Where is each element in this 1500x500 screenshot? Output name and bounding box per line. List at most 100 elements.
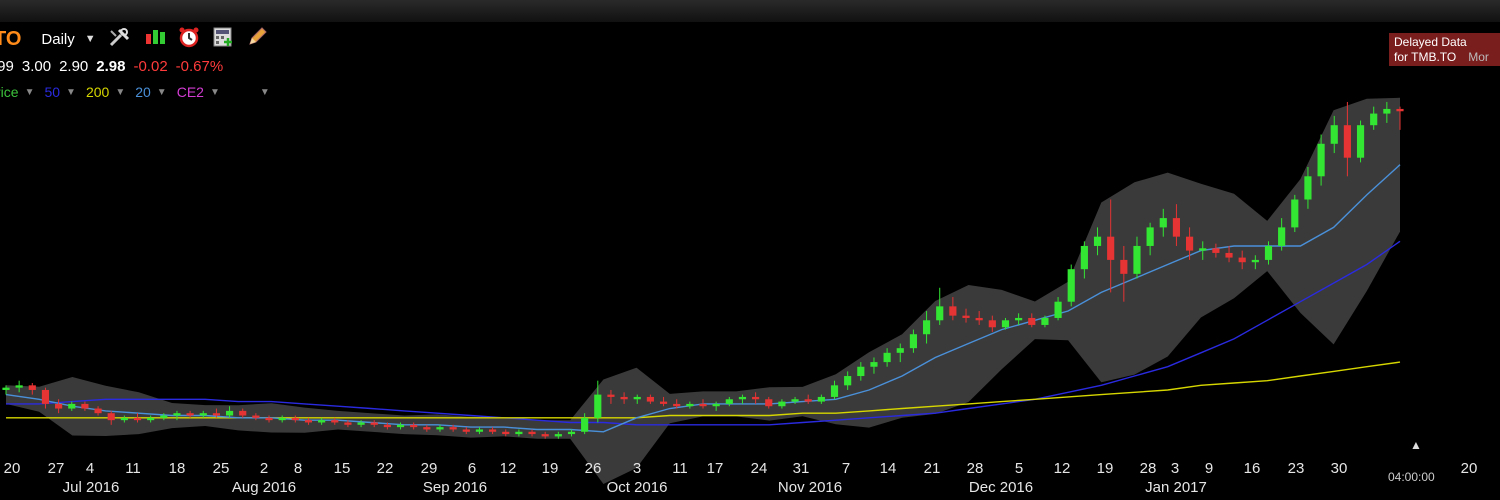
candle-body [212,413,220,416]
candle-body [659,401,668,404]
chevron-down-icon: ▼ [259,86,270,98]
candle-body [396,424,405,428]
candle-body [291,417,299,421]
x-tick-day: 8 [294,460,302,477]
candle-body [225,410,234,416]
x-tick-day: 29 [421,460,438,477]
tools-icon[interactable] [108,26,132,53]
x-tick-day: 6 [468,460,476,477]
x-tick-month: Oct 2016 [607,479,668,496]
candle-body [68,403,76,409]
candle-body [1199,248,1207,251]
candle-body [804,399,812,402]
candle-body [1251,259,1259,263]
candle-body [1093,236,1102,246]
x-tick-month: Nov 2016 [778,479,842,496]
candle-body [633,396,641,400]
study-50[interactable]: 50 ▼ [44,84,75,100]
candle-body [423,427,431,430]
candle-body [594,394,602,418]
candle[interactable] [1067,264,1075,307]
study-more[interactable]: ▼ [254,87,270,98]
scroll-up-icon[interactable]: ▲ [1410,438,1422,452]
x-tick-month: Aug 2016 [232,479,296,496]
candle-body [1264,245,1273,260]
x-tick-day: 19 [542,460,559,477]
ohlc-quote: .99 3.00 2.90 2.98 -0.02 -0.67% [0,58,223,75]
x-tick-day: 27 [48,460,65,477]
calculator-icon[interactable] [212,26,234,53]
bollinger-band-area [6,97,1400,485]
study-ce2[interactable]: CE2 ▼ [177,84,220,100]
chart-type-icon[interactable] [144,26,166,53]
study-label: rice [0,84,19,100]
candle[interactable] [936,287,944,325]
candle-body [515,431,523,435]
candle-body [81,403,89,409]
candle-body [528,431,536,435]
study-label: 50 [44,84,61,100]
study-200[interactable]: 200 ▼ [86,84,125,100]
candle-body [607,394,615,397]
candle-body [554,434,562,437]
candle[interactable] [1356,120,1365,163]
candle-body [817,396,825,402]
pencil-icon[interactable] [246,26,268,53]
candle-body [1067,269,1075,302]
candle-body [778,401,786,407]
candle-body [1343,125,1351,158]
quote-open: .99 [0,58,14,75]
candle-body [949,306,957,316]
chevron-down-icon: ▼ [209,86,220,98]
candle-body [909,334,917,349]
quote-low: 2.90 [59,58,89,75]
alarm-clock-icon[interactable] [178,26,200,53]
candle-body [699,403,707,407]
x-tick-day: 4 [86,460,94,477]
candle[interactable] [1291,194,1299,233]
candle-body [844,376,852,386]
chevron-down-icon: ▼ [24,86,35,98]
candle-body [120,417,128,421]
study-label: CE2 [176,84,204,100]
chevron-down-icon: ▼ [84,33,96,45]
more-link[interactable]: Mor [1468,50,1489,64]
candle-body [370,422,378,425]
chevron-down-icon: ▼ [115,86,126,98]
candle-body [449,427,457,430]
interval-dropdown[interactable]: Daily ▼ [41,31,95,48]
candle-body [199,413,207,416]
candle-body [1396,108,1404,112]
candle-body [357,422,365,425]
x-tick-day: 14 [880,460,897,477]
study-rice[interactable]: rice ▼ [0,84,34,100]
x-tick-day: 17 [707,460,724,477]
candle-body [107,413,115,421]
candle-body [304,420,313,423]
x-tick-day: 28 [1140,460,1157,477]
candle-body [1356,125,1365,158]
candle-body [1146,227,1154,246]
x-tick-day: 5 [1015,460,1023,477]
ticker-symbol[interactable]: TO [0,28,21,51]
candle-body [686,403,694,407]
x-tick-day: 23 [1288,460,1305,477]
candle-body [1133,245,1141,274]
candle-body [896,348,904,353]
candle-body [962,315,970,318]
price-chart[interactable]: 20 27 4 11 18 25 2 8 15 22 29 6 12 19 26 3 11 17 24 31 7 14 21… [0,0,1500,500]
candle-body [41,389,50,404]
candle-body [1291,199,1299,228]
candle-body [1172,218,1181,237]
candle-body [133,417,142,421]
quote-high: 3.00 [21,58,52,75]
x-tick-day: 24 [751,460,768,477]
candle-body [252,415,260,418]
chevron-down-icon: ▼ [156,86,167,98]
delayed-data-badge[interactable]: Delayed Data for TMB.TO Mor [1389,33,1500,66]
candle-body [489,429,497,432]
study-20[interactable]: 20 ▼ [135,84,166,100]
candle-body [1041,317,1049,325]
candle-body [94,408,102,414]
candle-body [278,417,286,421]
